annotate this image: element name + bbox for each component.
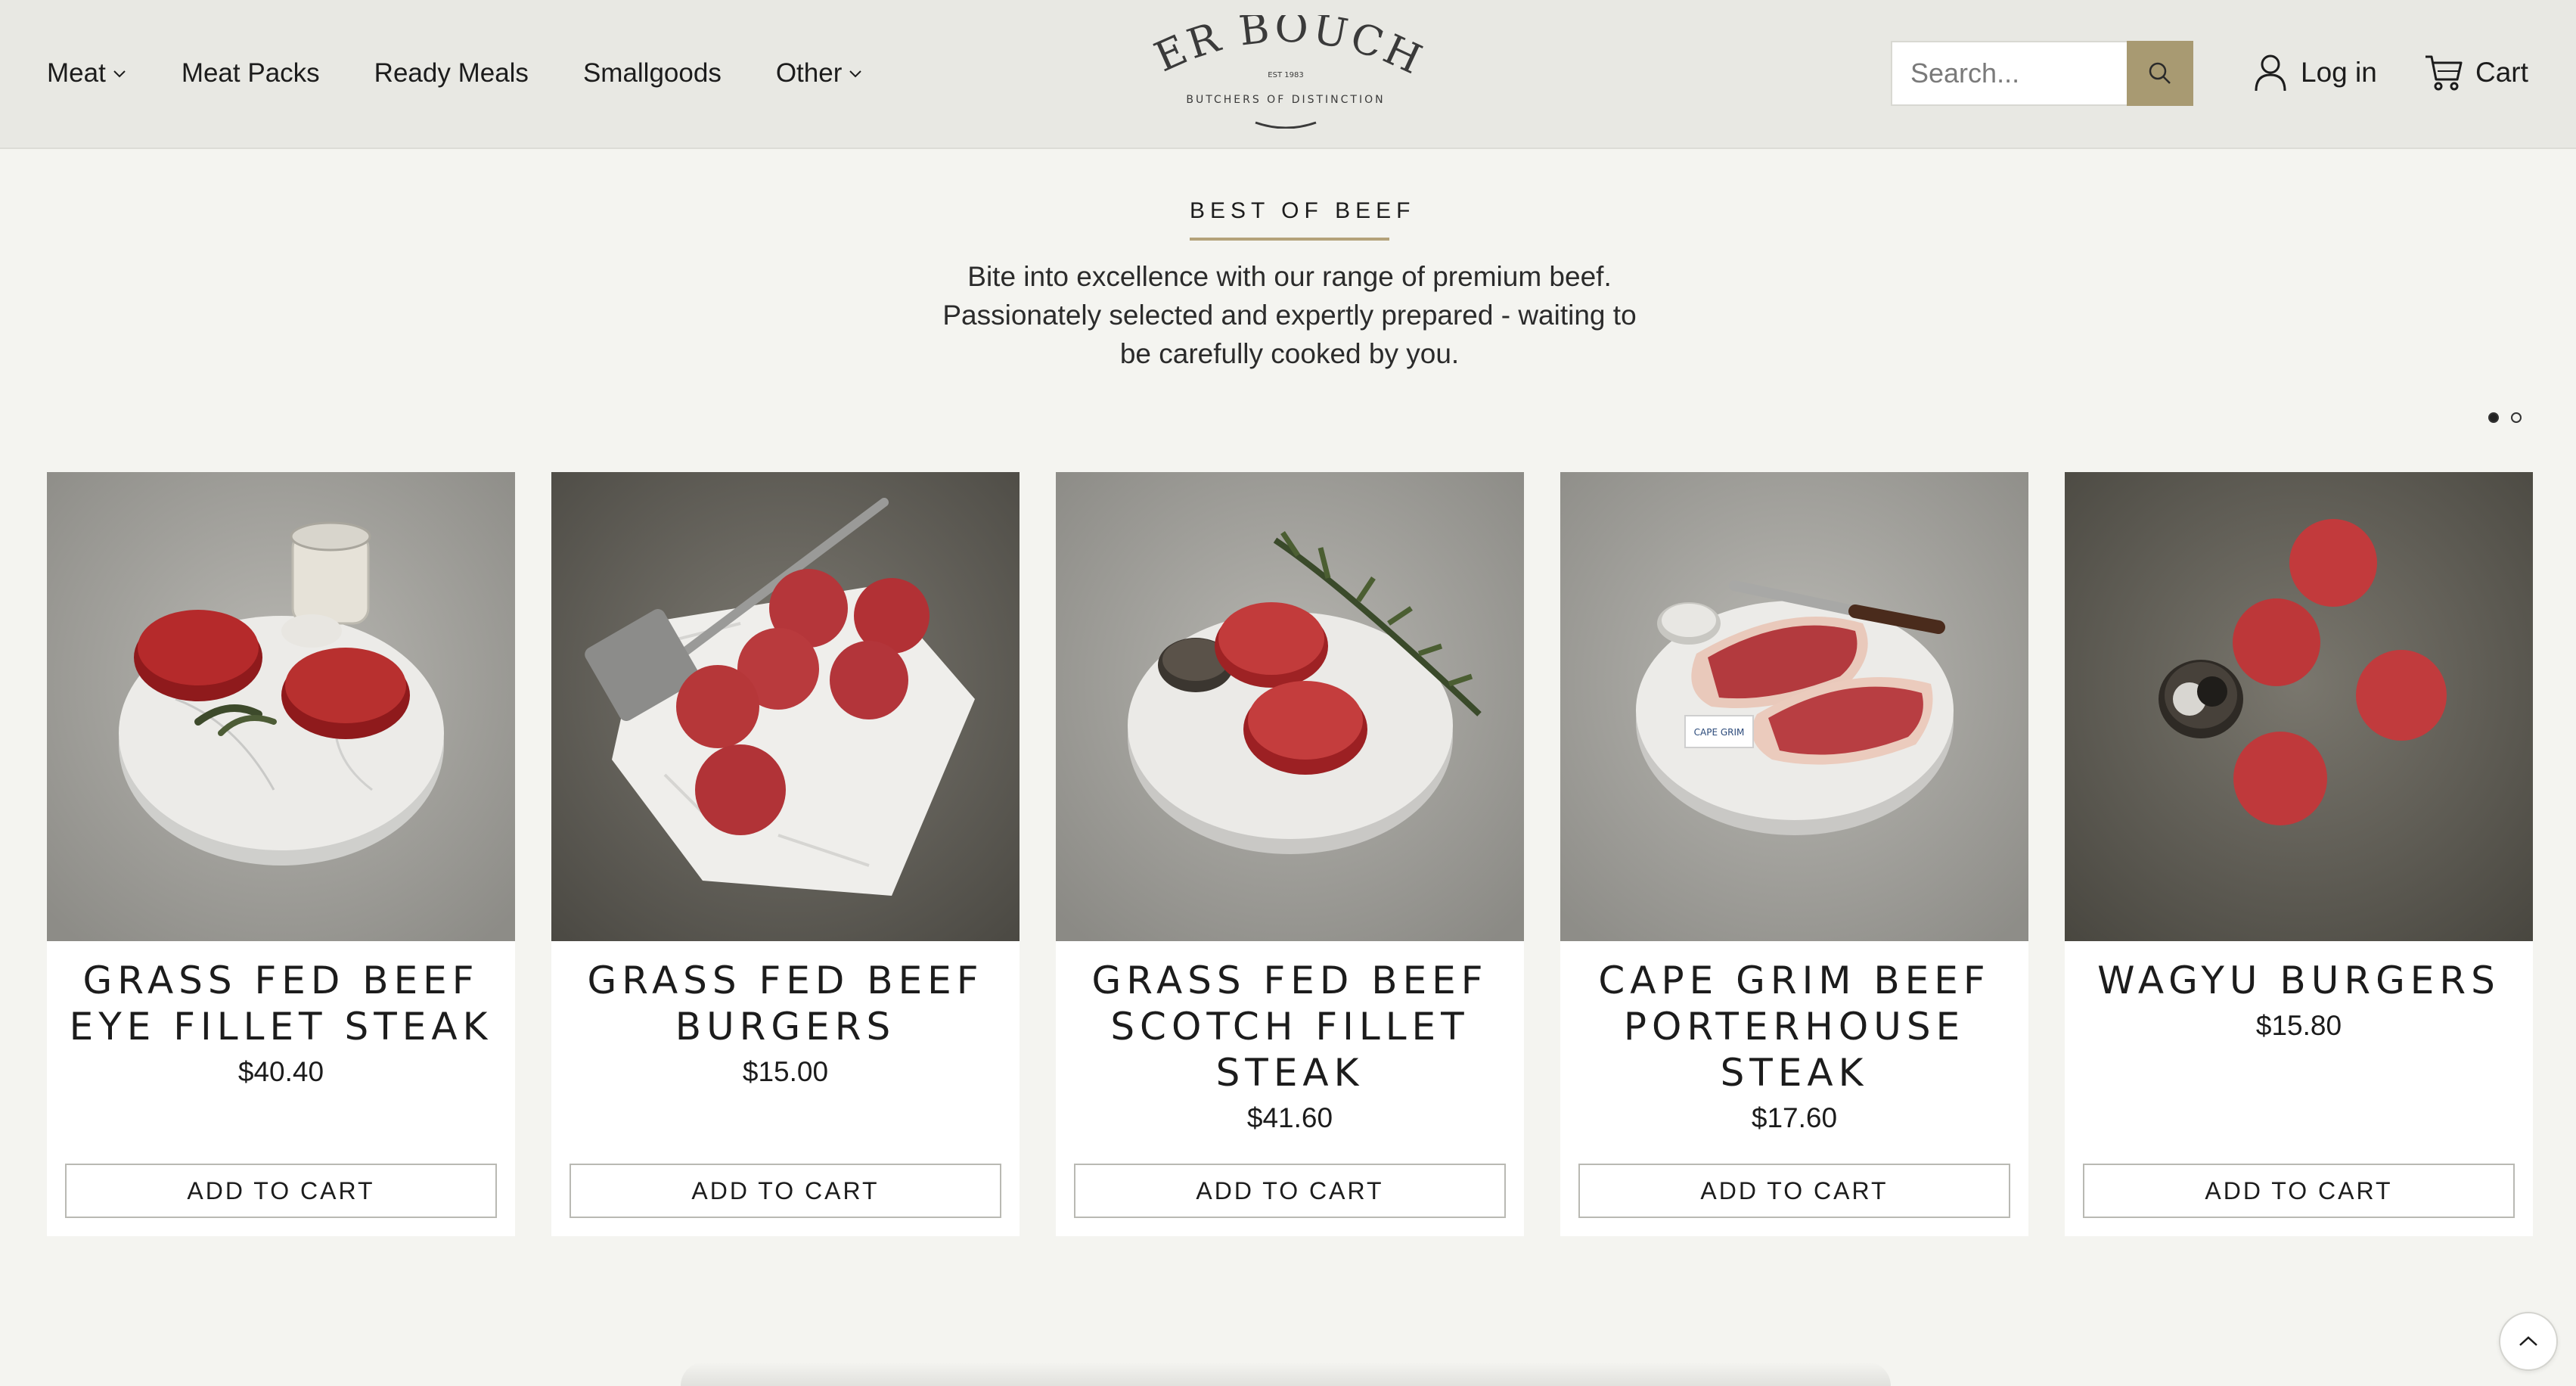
carousel-dot-1[interactable]: [2488, 412, 2499, 423]
product-price: $40.40: [237, 1056, 324, 1087]
carousel-dots: [2488, 412, 2522, 423]
product-title[interactable]: GRASS FED BEEF SCOTCH FILLET STEAK: [1071, 958, 1509, 1096]
product-card[interactable]: CAPE GRIM CAPE GRIM BEEF PORTERHOUSE STE…: [1560, 472, 2028, 1236]
product-title[interactable]: GRASS FED BEEF EYE FILLET STEAK: [62, 958, 500, 1050]
nav-item-ready-meals[interactable]: Ready Meals: [374, 58, 529, 89]
chevron-down-icon: [849, 70, 862, 77]
cart-label: Cart: [2475, 57, 2528, 88]
search-button[interactable]: [2127, 41, 2193, 106]
product-image[interactable]: [47, 472, 515, 941]
search-input[interactable]: [1891, 41, 2127, 106]
product-card[interactable]: GRASS FED BEEF EYE FILLET STEAK $40.40 A…: [47, 472, 515, 1236]
cart-icon: [2425, 55, 2463, 91]
login-link[interactable]: Log in: [2254, 48, 2377, 97]
add-to-cart-button[interactable]: ADD TO CART: [1074, 1164, 1506, 1218]
chevron-down-icon: [113, 70, 126, 77]
product-title[interactable]: GRASS FED BEEF BURGERS: [566, 958, 1004, 1050]
product-price: $15.00: [742, 1056, 829, 1087]
nav-item-label: Other: [775, 57, 843, 88]
product-card[interactable]: GRASS FED BEEF SCOTCH FILLET STEAK $41.6…: [1056, 472, 1524, 1236]
main-nav: Meat Meat Packs Ready Meals Smallgoods O…: [47, 0, 863, 146]
nav-item-label: Meat Packs: [181, 57, 320, 88]
nav-item-label: Meat: [47, 57, 106, 88]
carousel-dot-2[interactable]: [2511, 412, 2522, 423]
nav-item-label: Ready Meals: [374, 57, 529, 88]
intro-line: Passionately selected and expertly prepa…: [942, 300, 1637, 331]
product-image[interactable]: [2065, 472, 2533, 941]
product-price: $17.60: [1751, 1102, 1838, 1133]
add-to-cart-button[interactable]: ADD TO CART: [2083, 1164, 2515, 1218]
intro-line: be carefully cooked by you.: [1119, 338, 1460, 369]
login-label: Log in: [2301, 57, 2377, 88]
nav-item-label: Smallgoods: [582, 57, 722, 88]
add-to-cart-button[interactable]: ADD TO CART: [570, 1164, 1001, 1218]
svg-text:BUTCHERS OF DISTINCTION: BUTCHERS OF DISTINCTION: [1186, 94, 1385, 106]
search-icon: [2149, 62, 2171, 84]
nav-item-other[interactable]: Other: [776, 58, 864, 89]
section-title: BEST OF BEEF: [1190, 198, 1411, 241]
chevron-up-icon: [2519, 1336, 2537, 1346]
add-to-cart-button[interactable]: ADD TO CART: [1578, 1164, 2010, 1218]
logo-mark: PETER BOUCHIER EST 1983 BUTCHERS OF DIST…: [1125, 0, 1429, 129]
add-to-cart-button[interactable]: ADD TO CART: [65, 1164, 497, 1218]
section-intro: Bite into excellence with our range of p…: [900, 257, 1679, 373]
product-card[interactable]: WAGYU BURGERS $15.80 ADD TO CART: [2065, 472, 2533, 1236]
product-card[interactable]: GRASS FED BEEF BURGERS $15.00 ADD TO CAR…: [551, 472, 1020, 1236]
product-image[interactable]: [551, 472, 1020, 941]
site-logo[interactable]: PETER BOUCHIER EST 1983 BUTCHERS OF DIST…: [1125, 0, 1429, 129]
scroll-to-top-button[interactable]: [2499, 1312, 2558, 1371]
search-form: [1891, 41, 2193, 106]
cart-link[interactable]: Cart: [2424, 48, 2528, 97]
nav-item-meat[interactable]: Meat: [47, 58, 127, 89]
product-image[interactable]: [1056, 472, 1524, 941]
product-title[interactable]: WAGYU BURGERS: [2080, 958, 2518, 1004]
site-header: Meat Meat Packs Ready Meals Smallgoods O…: [0, 0, 2576, 149]
svg-text:EST 1983: EST 1983: [1268, 71, 1303, 79]
nav-item-meat-packs[interactable]: Meat Packs: [182, 58, 320, 89]
product-grid: GRASS FED BEEF EYE FILLET STEAK $40.40 A…: [47, 472, 2533, 1236]
product-title[interactable]: CAPE GRIM BEEF PORTERHOUSE STEAK: [1575, 958, 2013, 1096]
bottom-overlay-edge: [681, 1362, 1891, 1386]
intro-line: Bite into excellence with our range of p…: [967, 261, 1612, 292]
product-price: $15.80: [2255, 1010, 2342, 1041]
svg-text:CAPE GRIM: CAPE GRIM: [1694, 727, 1745, 738]
user-icon: [2255, 54, 2286, 92]
product-price: $41.60: [1246, 1102, 1333, 1133]
product-image[interactable]: CAPE GRIM: [1560, 472, 2028, 941]
nav-item-smallgoods[interactable]: Smallgoods: [583, 58, 722, 89]
